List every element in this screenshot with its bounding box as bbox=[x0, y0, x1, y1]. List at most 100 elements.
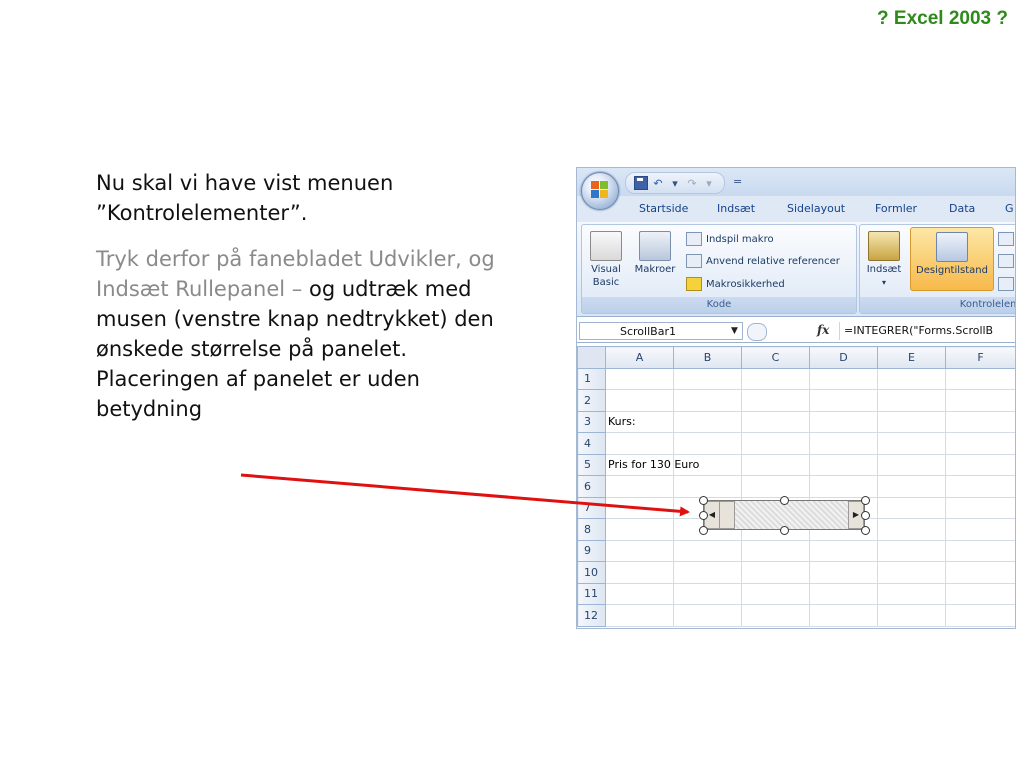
cell[interactable] bbox=[877, 475, 946, 498]
tab-data[interactable]: Data bbox=[949, 202, 975, 215]
cell[interactable] bbox=[605, 539, 674, 562]
cell[interactable] bbox=[945, 582, 1015, 605]
cell[interactable] bbox=[673, 582, 742, 605]
view-code-button[interactable] bbox=[998, 251, 1015, 271]
undo-dropdown-icon[interactable]: ▾ bbox=[668, 177, 682, 190]
row-header[interactable]: 4 bbox=[577, 432, 606, 455]
cell[interactable] bbox=[741, 410, 810, 433]
resize-handle-tl[interactable] bbox=[699, 496, 708, 505]
cell[interactable] bbox=[741, 561, 810, 584]
column-header-a[interactable]: A bbox=[605, 346, 674, 369]
cell[interactable] bbox=[945, 453, 1015, 476]
insert-control-button[interactable]: Indsæt ▾ bbox=[862, 231, 906, 289]
cell[interactable] bbox=[877, 367, 946, 390]
cell[interactable] bbox=[605, 475, 674, 498]
resize-handle-br[interactable] bbox=[861, 526, 870, 535]
tab-indsaet[interactable]: Indsæt bbox=[717, 202, 755, 215]
row-header[interactable]: 5 bbox=[577, 453, 606, 476]
cell[interactable] bbox=[877, 539, 946, 562]
column-header-c[interactable]: C bbox=[741, 346, 810, 369]
macro-security-button[interactable]: Makrosikkerhed bbox=[686, 274, 785, 294]
cell[interactable] bbox=[877, 518, 946, 541]
properties-button[interactable] bbox=[998, 229, 1015, 249]
tab-formler[interactable]: Formler bbox=[875, 202, 917, 215]
row-header[interactable]: 1 bbox=[577, 367, 606, 390]
cell[interactable] bbox=[605, 582, 674, 605]
macros-button[interactable]: Makroer bbox=[630, 231, 680, 276]
cell[interactable] bbox=[605, 561, 674, 584]
row-header[interactable]: 9 bbox=[577, 539, 606, 562]
cell[interactable] bbox=[809, 389, 878, 412]
cell[interactable] bbox=[877, 410, 946, 433]
cell[interactable] bbox=[605, 496, 674, 519]
relative-references-button[interactable]: Anvend relative referencer bbox=[686, 251, 840, 271]
cell[interactable] bbox=[741, 367, 810, 390]
cell[interactable] bbox=[605, 389, 674, 412]
save-icon[interactable] bbox=[634, 176, 648, 190]
column-header-f[interactable]: F bbox=[945, 346, 1015, 369]
cell[interactable] bbox=[809, 604, 878, 627]
cell[interactable] bbox=[741, 582, 810, 605]
cell[interactable] bbox=[673, 432, 742, 455]
cell[interactable] bbox=[741, 389, 810, 412]
cell[interactable] bbox=[741, 604, 810, 627]
cell[interactable] bbox=[741, 432, 810, 455]
cell[interactable] bbox=[809, 453, 878, 476]
row-header[interactable]: 3 bbox=[577, 410, 606, 433]
cell[interactable]: Kurs: bbox=[605, 410, 674, 433]
resize-handle-bl[interactable] bbox=[699, 526, 708, 535]
tab-startside[interactable]: Startside bbox=[639, 202, 688, 215]
cell[interactable] bbox=[877, 453, 946, 476]
cell[interactable] bbox=[945, 389, 1015, 412]
resize-handle-l[interactable] bbox=[699, 511, 708, 520]
cell[interactable] bbox=[877, 561, 946, 584]
cell[interactable] bbox=[809, 432, 878, 455]
resize-handle-t[interactable] bbox=[780, 496, 789, 505]
cell[interactable] bbox=[945, 367, 1015, 390]
row-header[interactable]: 7 bbox=[577, 496, 606, 519]
cell[interactable] bbox=[877, 389, 946, 412]
cell[interactable] bbox=[809, 367, 878, 390]
column-header-e[interactable]: E bbox=[877, 346, 946, 369]
cell[interactable] bbox=[605, 367, 674, 390]
cell[interactable] bbox=[877, 432, 946, 455]
cell[interactable] bbox=[945, 496, 1015, 519]
select-all-corner[interactable] bbox=[577, 346, 606, 369]
cell[interactable] bbox=[945, 518, 1015, 541]
column-header-d[interactable]: D bbox=[809, 346, 878, 369]
formula-bar-scroll[interactable] bbox=[747, 323, 767, 341]
cell[interactable] bbox=[809, 582, 878, 605]
cell[interactable] bbox=[877, 604, 946, 627]
resize-handle-b[interactable] bbox=[780, 526, 789, 535]
cell[interactable] bbox=[673, 539, 742, 562]
cell[interactable] bbox=[945, 604, 1015, 627]
name-box[interactable]: ScrollBar1 bbox=[579, 322, 743, 340]
row-header[interactable]: 8 bbox=[577, 518, 606, 541]
row-header[interactable]: 2 bbox=[577, 389, 606, 412]
cell[interactable] bbox=[945, 561, 1015, 584]
cell[interactable] bbox=[673, 367, 742, 390]
cell[interactable] bbox=[741, 539, 810, 562]
resize-handle-r[interactable] bbox=[861, 511, 870, 520]
cell[interactable] bbox=[809, 475, 878, 498]
tab-g[interactable]: G bbox=[1005, 202, 1014, 215]
cell[interactable] bbox=[877, 496, 946, 519]
cell[interactable] bbox=[741, 453, 810, 476]
office-button[interactable] bbox=[581, 172, 619, 210]
redo-icon[interactable]: ↷ bbox=[685, 177, 699, 190]
formula-input[interactable]: =INTEGRER("Forms.ScrollB bbox=[839, 322, 993, 340]
cell[interactable] bbox=[809, 410, 878, 433]
undo-icon[interactable]: ↶ bbox=[651, 177, 665, 190]
row-header[interactable]: 11 bbox=[577, 582, 606, 605]
cell[interactable] bbox=[673, 410, 742, 433]
cell[interactable] bbox=[673, 604, 742, 627]
cell[interactable] bbox=[877, 582, 946, 605]
cell[interactable] bbox=[673, 561, 742, 584]
column-header-b[interactable]: B bbox=[673, 346, 742, 369]
cell[interactable] bbox=[605, 518, 674, 541]
cell[interactable] bbox=[945, 432, 1015, 455]
redo-dropdown-icon[interactable]: ▾ bbox=[702, 177, 716, 190]
record-macro-button[interactable]: Indspil makro bbox=[686, 229, 774, 249]
cell[interactable] bbox=[605, 604, 674, 627]
cell[interactable] bbox=[945, 410, 1015, 433]
